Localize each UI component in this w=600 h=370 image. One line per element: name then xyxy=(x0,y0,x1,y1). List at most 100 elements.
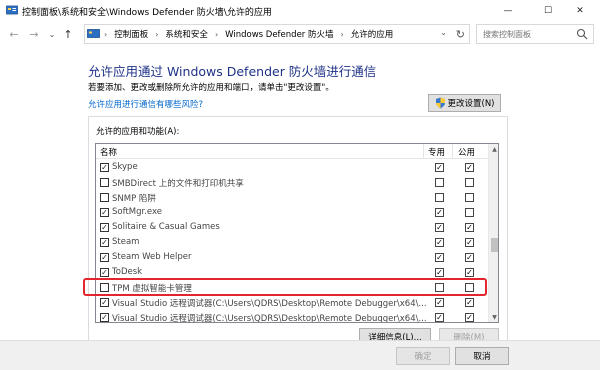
scroll-up-icon[interactable]: ▲ xyxy=(489,144,498,154)
chevron-down-icon: ⌄ xyxy=(48,29,56,39)
recent-locations-button[interactable]: ⌄ xyxy=(44,26,60,42)
app-row[interactable]: ✓ Visual Studio 远程调试器(C:\Users\QDRS\Desk… xyxy=(96,295,488,310)
app-row[interactable]: ✓ Visual Studio 远程调试器(C:\Users\QDRS\Desk… xyxy=(96,310,488,323)
app-enabled-checkbox[interactable] xyxy=(100,178,109,187)
app-enabled-checkbox[interactable]: ✓ xyxy=(100,208,109,217)
private-checkbox[interactable] xyxy=(435,283,444,292)
page-description: 若要添加、更改或删除所允许的应用和端口，请单击"更改设置"。 xyxy=(88,83,334,93)
app-row[interactable]: ✓ Skype ✓ ✓ xyxy=(96,160,488,175)
navigation-bar: ← → ⌄ ↑ › 控制面板 › 系统和安全 › Windows Defende… xyxy=(0,22,600,46)
app-row-steam[interactable]: ✓ Steam ✓ ✓ xyxy=(96,235,488,250)
app-enabled-checkbox[interactable]: ✓ xyxy=(100,253,109,262)
up-arrow-icon: ↑ xyxy=(63,27,73,41)
app-enabled-checkbox[interactable]: ✓ xyxy=(100,313,109,322)
change-settings-button[interactable]: 更改设置(N) xyxy=(428,94,501,112)
app-name: Solitaire & Casual Games xyxy=(112,222,220,232)
app-row[interactable]: SNMP 陷阱 xyxy=(96,190,488,205)
app-row[interactable]: ✓ SoftMgr.exe ✓ xyxy=(96,205,488,220)
close-button[interactable]: ✕ xyxy=(560,0,600,22)
app-name: Visual Studio 远程调试器(C:\Users\QDRS\Deskto… xyxy=(112,314,427,323)
app-enabled-checkbox[interactable]: ✓ xyxy=(100,238,109,247)
column-header-name[interactable]: 名称 xyxy=(100,146,117,158)
back-arrow-icon: ← xyxy=(9,27,19,41)
column-divider xyxy=(423,144,424,159)
dialog-footer: 确定 取消 xyxy=(0,340,600,370)
shield-icon xyxy=(435,97,445,109)
public-checkbox[interactable]: ✓ xyxy=(465,298,474,307)
maximize-icon: ☐ xyxy=(543,6,553,16)
public-checkbox[interactable]: ✓ xyxy=(465,253,474,262)
app-row[interactable]: ✓ ToDesk ✓ ✓ xyxy=(96,265,488,280)
breadcrumb-control-panel[interactable]: 控制面板 xyxy=(114,28,148,40)
column-divider xyxy=(452,144,453,159)
cancel-button[interactable]: 取消 xyxy=(455,347,509,365)
allowed-apps-label: 允许的应用和功能(A): xyxy=(96,127,180,137)
minimize-button[interactable]: — xyxy=(488,0,528,22)
app-name: Steam xyxy=(112,237,140,247)
up-button[interactable]: ↑ xyxy=(60,26,76,42)
control-panel-icon xyxy=(87,29,100,38)
public-checkbox[interactable]: ✓ xyxy=(465,163,474,172)
public-checkbox[interactable] xyxy=(465,178,474,187)
public-checkbox[interactable]: ✓ xyxy=(465,268,474,277)
app-row[interactable]: ✓ Steam Web Helper ✓ ✓ xyxy=(96,250,488,265)
window-title: 控制面板\系统和安全\Windows Defender 防火墙\允许的应用 xyxy=(22,8,272,18)
breadcrumb-firewall[interactable]: Windows Defender 防火墙 xyxy=(225,28,333,40)
breadcrumb-system-security[interactable]: 系统和安全 xyxy=(165,28,208,40)
app-enabled-checkbox[interactable]: ✓ xyxy=(100,163,109,172)
app-row[interactable]: TPM 虚拟智能卡管理 xyxy=(96,280,488,295)
private-checkbox[interactable]: ✓ xyxy=(435,253,444,262)
public-checkbox[interactable]: ✓ xyxy=(465,238,474,247)
app-name: SoftMgr.exe xyxy=(112,207,162,217)
search-box[interactable] xyxy=(476,24,594,44)
column-header-public[interactable]: 公用 xyxy=(458,146,475,158)
app-enabled-checkbox[interactable] xyxy=(100,193,109,202)
app-name: SMBDirect 上的文件和打印机共享 xyxy=(112,179,244,189)
scrollbar-thumb[interactable] xyxy=(491,238,498,252)
breadcrumb-separator: › xyxy=(155,29,159,39)
private-checkbox[interactable]: ✓ xyxy=(435,208,444,217)
public-checkbox[interactable] xyxy=(465,283,474,292)
private-checkbox[interactable] xyxy=(435,178,444,187)
title-bar: 控制面板\系统和安全\Windows Defender 防火墙\允许的应用 — … xyxy=(0,0,600,22)
allowed-apps-list[interactable]: 名称 专用 公用 ✓ Skype ✓ ✓ SMBDirect 上的文件和打印机共… xyxy=(95,143,499,323)
private-checkbox[interactable]: ✓ xyxy=(435,238,444,247)
ok-button[interactable]: 确定 xyxy=(396,347,450,365)
public-checkbox[interactable] xyxy=(465,193,474,202)
app-name: Steam Web Helper xyxy=(112,252,192,262)
breadcrumb-separator: › xyxy=(214,29,219,39)
app-enabled-checkbox[interactable]: ✓ xyxy=(100,298,109,307)
public-checkbox[interactable] xyxy=(465,208,474,217)
private-checkbox[interactable]: ✓ xyxy=(435,313,444,322)
scroll-down-icon[interactable]: ▼ xyxy=(489,312,498,322)
back-button[interactable]: ← xyxy=(6,26,22,42)
public-checkbox[interactable]: ✓ xyxy=(465,223,474,232)
search-input[interactable] xyxy=(477,25,573,43)
app-enabled-checkbox[interactable]: ✓ xyxy=(100,223,109,232)
breadcrumb-separator: › xyxy=(340,29,344,39)
page-title: 允许应用通过 Windows Defender 防火墙进行通信 xyxy=(88,64,377,79)
public-checkbox[interactable]: ✓ xyxy=(465,313,474,322)
search-icon[interactable] xyxy=(576,28,588,40)
forward-button[interactable]: → xyxy=(26,26,42,42)
private-checkbox[interactable]: ✓ xyxy=(435,298,444,307)
private-checkbox[interactable] xyxy=(435,193,444,202)
forward-arrow-icon: → xyxy=(29,27,39,41)
private-checkbox[interactable]: ✓ xyxy=(435,268,444,277)
list-scrollbar[interactable]: ▲ ▼ xyxy=(488,144,498,322)
app-enabled-checkbox[interactable]: ✓ xyxy=(100,268,109,277)
address-dropdown-icon[interactable]: ⌄ xyxy=(440,28,447,37)
app-enabled-checkbox[interactable] xyxy=(100,283,109,292)
address-bar[interactable]: › 控制面板 › 系统和安全 › Windows Defender 防火墙 › … xyxy=(84,24,470,44)
column-header-private[interactable]: 专用 xyxy=(428,146,445,158)
close-icon: ✕ xyxy=(576,6,584,16)
refresh-icon[interactable]: ↻ xyxy=(456,28,465,41)
minimize-icon: — xyxy=(503,6,513,16)
private-checkbox[interactable]: ✓ xyxy=(435,163,444,172)
app-row[interactable]: ✓ Solitaire & Casual Games ✓ ✓ xyxy=(96,220,488,235)
private-checkbox[interactable]: ✓ xyxy=(435,223,444,232)
app-row[interactable]: SMBDirect 上的文件和打印机共享 xyxy=(96,175,488,190)
change-settings-label: 更改设置(N) xyxy=(447,99,495,109)
breadcrumb-allowed-apps[interactable]: 允许的应用 xyxy=(351,28,394,40)
risk-info-link[interactable]: 允许应用进行通信有哪些风险? xyxy=(88,98,203,110)
